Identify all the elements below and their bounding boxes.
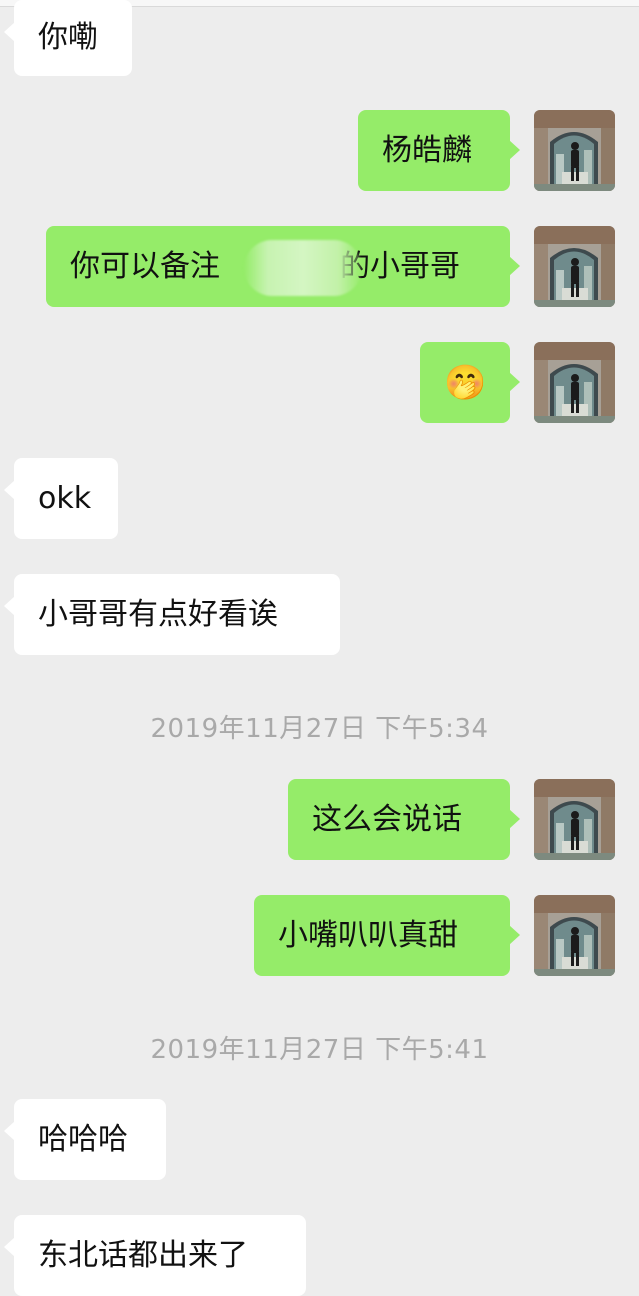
avatar[interactable]: [534, 779, 615, 860]
message-bubble-incoming[interactable]: okk: [4, 458, 118, 539]
user-avatar-photo-icon: [534, 779, 615, 860]
timestamp: 2019年11月27日 下午5:34: [150, 714, 489, 744]
redaction-blur: [244, 240, 362, 296]
user-avatar-photo-icon: [534, 342, 615, 423]
message-bubble-incoming[interactable]: 小哥哥有点好看诶: [4, 574, 340, 655]
message-text: 杨皓麟: [382, 132, 472, 168]
avatar[interactable]: [534, 110, 615, 191]
message-bubble-outgoing[interactable]: 杨皓麟: [358, 110, 520, 191]
message-text: 东北话都出来了: [38, 1237, 248, 1273]
avatar[interactable]: [534, 895, 615, 976]
message-text: 哈哈哈: [38, 1121, 128, 1157]
hand-over-mouth-emoji-icon: 🤭: [444, 362, 487, 403]
user-avatar-photo-icon: [534, 226, 615, 307]
message-bubble-incoming[interactable]: 哈哈哈: [4, 1099, 166, 1180]
message-text: 小嘴叭叭真甜: [278, 917, 458, 953]
message-text: 小哥哥有点好看诶: [38, 596, 278, 632]
message-bubble-incoming[interactable]: 你嘞: [4, 0, 132, 76]
message-text: okk: [38, 480, 92, 516]
timestamp: 2019年11月27日 下午5:41: [150, 1035, 489, 1065]
message-bubble-outgoing[interactable]: 这么会说话: [288, 779, 520, 860]
user-avatar-photo-icon: [534, 895, 615, 976]
user-avatar-photo-icon: [534, 110, 615, 191]
avatar[interactable]: [534, 342, 615, 423]
message-bubble-outgoing[interactable]: 🤭: [420, 342, 520, 423]
message-bubble-outgoing[interactable]: 小嘴叭叭真甜: [254, 895, 520, 976]
message-bubble-outgoing[interactable]: 你可以备注 的小哥哥: [46, 226, 520, 307]
message-text: 这么会说话: [312, 801, 462, 837]
avatar[interactable]: [534, 226, 615, 307]
message-bubble-incoming[interactable]: 东北话都出来了: [4, 1215, 306, 1296]
message-text: 你嘞: [38, 20, 98, 55]
message-text-before: 你可以备注: [70, 248, 220, 284]
